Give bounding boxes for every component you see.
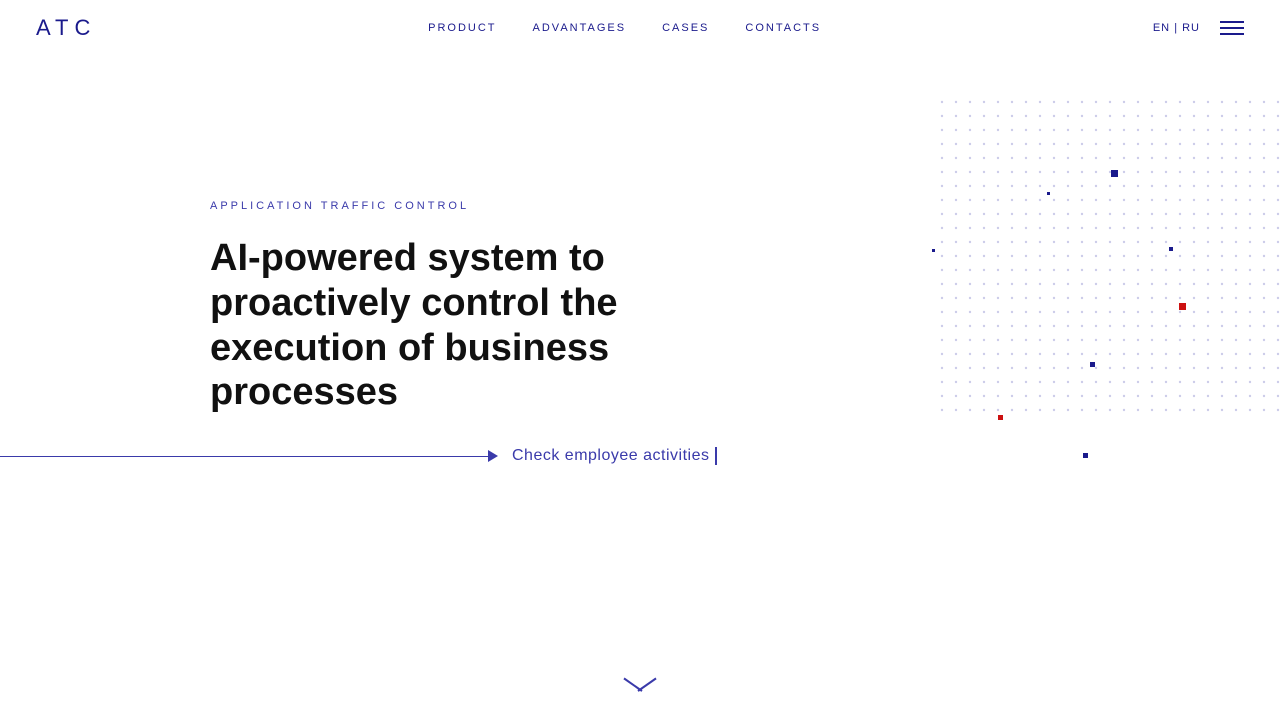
- deco-square-5: [1179, 303, 1186, 310]
- lang-en[interactable]: EN: [1153, 22, 1170, 34]
- scroll-indicator[interactable]: [620, 682, 660, 702]
- hamburger-menu[interactable]: [1220, 21, 1244, 35]
- deco-square-1: [1111, 170, 1118, 177]
- chevron-down-icon: [620, 682, 660, 702]
- hero-section: APPLICATION TRAFFIC CONTROL AI-powered s…: [210, 200, 770, 415]
- deco-square-7: [998, 415, 1003, 420]
- cta-text[interactable]: Check employee activities: [512, 447, 717, 465]
- language-switcher[interactable]: EN | RU: [1153, 22, 1200, 34]
- logo[interactable]: ATC: [36, 15, 96, 41]
- hero-subtitle: APPLICATION TRAFFIC CONTROL: [210, 200, 770, 212]
- nav-product[interactable]: PRODUCT: [428, 22, 496, 34]
- hero-headline: AI-powered system to proactively control…: [210, 236, 770, 415]
- main-content: APPLICATION TRAFFIC CONTROL AI-powered s…: [0, 0, 1280, 720]
- arrow-head: [488, 450, 498, 462]
- hamburger-line-3: [1220, 33, 1244, 35]
- hamburger-line-2: [1220, 27, 1244, 29]
- nav-contacts[interactable]: CONTACTS: [745, 22, 821, 34]
- deco-square-4: [932, 249, 935, 252]
- lang-separator: |: [1174, 22, 1182, 34]
- dot-grid-decoration: [940, 100, 1280, 420]
- header-right: EN | RU: [1153, 21, 1244, 35]
- nav-cases[interactable]: CASES: [662, 22, 709, 34]
- nav-advantages[interactable]: ADVANTAGES: [533, 22, 627, 34]
- lang-ru[interactable]: RU: [1182, 22, 1200, 34]
- deco-square-6: [1090, 362, 1095, 367]
- site-header: ATC PRODUCT ADVANTAGES CASES CONTACTS EN…: [0, 0, 1280, 55]
- typing-cursor: [715, 447, 717, 465]
- deco-square-2: [1047, 192, 1050, 195]
- main-nav: PRODUCT ADVANTAGES CASES CONTACTS: [428, 22, 821, 34]
- deco-square-3: [1169, 247, 1173, 251]
- cta-line: Check employee activities: [0, 447, 1280, 465]
- hamburger-line-1: [1220, 21, 1244, 23]
- arrow-line: [0, 456, 490, 457]
